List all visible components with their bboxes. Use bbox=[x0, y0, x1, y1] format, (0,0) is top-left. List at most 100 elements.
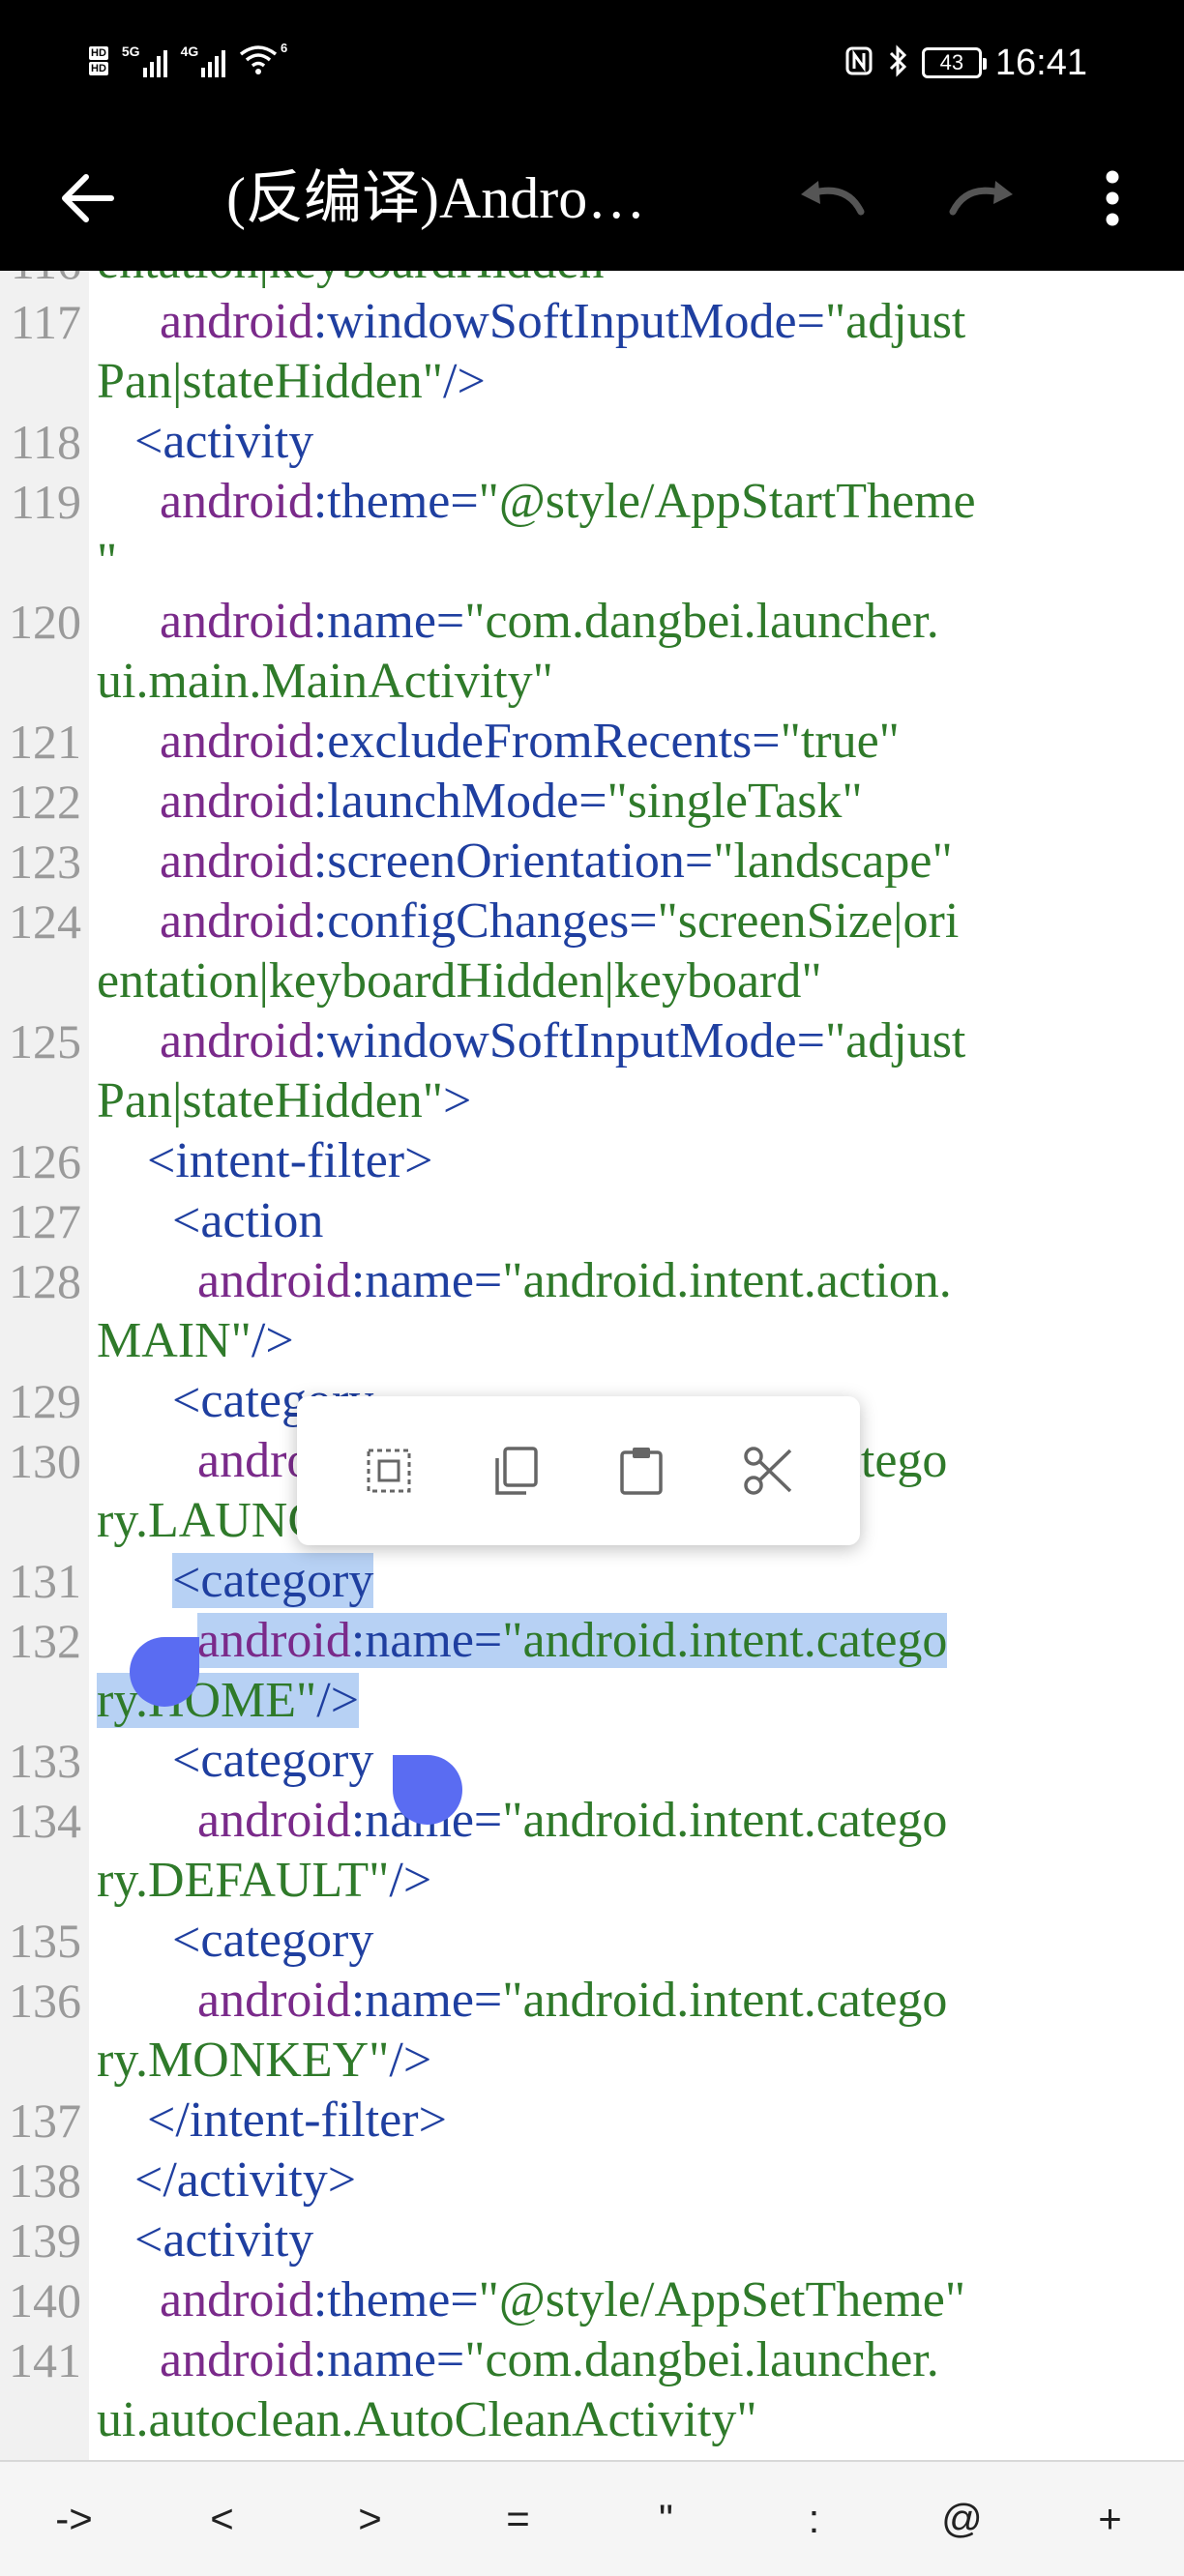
selection-start-handle[interactable] bbox=[130, 1637, 199, 1707]
code-token: Pan|stateHidden" bbox=[97, 1073, 444, 1128]
code-line[interactable]: 140 android:theme="@style/AppSetTheme" bbox=[0, 2270, 1184, 2330]
signal-4g-icon: 4G bbox=[181, 44, 226, 77]
line-number: 124 bbox=[9, 894, 81, 949]
code-token: <activity bbox=[134, 2212, 314, 2268]
wifi-icon: 6 bbox=[239, 41, 287, 77]
symbol-plus-key[interactable]: + bbox=[1036, 2471, 1184, 2567]
code-token: :windowSoftInputMode= bbox=[312, 294, 825, 349]
code-line[interactable]: 121 android:excludeFromRecents="true" bbox=[0, 712, 1184, 772]
line-number: 133 bbox=[9, 1734, 81, 1788]
code-text: <intent-filter> bbox=[97, 1131, 432, 1191]
code-line[interactable]: 118 <activity bbox=[0, 412, 1184, 472]
code-line[interactable]: 133 <category bbox=[0, 1731, 1184, 1791]
code-line[interactable]: 135 <category bbox=[0, 1911, 1184, 1971]
code-line[interactable]: Pan|stateHidden"/> bbox=[0, 352, 1184, 412]
wifi-label: 6 bbox=[281, 41, 288, 55]
code-line[interactable]: 136 android:name="android.intent.catego bbox=[0, 1971, 1184, 2031]
code-text: <category bbox=[97, 1731, 373, 1791]
code-line[interactable]: 125 android:windowSoftInputMode="adjust bbox=[0, 1011, 1184, 1071]
symbol-at-key[interactable]: @ bbox=[888, 2471, 1036, 2567]
code-token: android bbox=[160, 474, 313, 529]
select-all-icon bbox=[367, 1449, 411, 1493]
code-line[interactable]: 137 </intent-filter> bbox=[0, 2091, 1184, 2151]
undo-button[interactable] bbox=[784, 155, 880, 242]
code-line[interactable]: 116 entation|keyboardHidden" bbox=[0, 271, 1184, 292]
code-line[interactable]: 123 android:screenOrientation="landscape… bbox=[0, 832, 1184, 892]
code-token: <category bbox=[172, 1733, 374, 1788]
code-line[interactable]: ry.MONKEY"/> bbox=[0, 2031, 1184, 2091]
code-token: <intent-filter> bbox=[147, 1133, 433, 1188]
code-line[interactable]: Pan|stateHidden"> bbox=[0, 1071, 1184, 1131]
code-token: ry.MONKEY" bbox=[97, 2033, 390, 2088]
symbol-arrow-key[interactable]: -> bbox=[0, 2471, 148, 2567]
code-line[interactable]: 122 android:launchMode="singleTask" bbox=[0, 772, 1184, 832]
code-token: :screenOrientation= bbox=[312, 834, 714, 889]
arrow-left-icon bbox=[62, 174, 114, 222]
code-line[interactable]: 138 </activity> bbox=[0, 2151, 1184, 2210]
code-token: "android.intent.catego bbox=[502, 1973, 948, 2028]
code-line[interactable]: 120 android:name="com.dangbei.launcher. bbox=[0, 592, 1184, 652]
redo-button[interactable] bbox=[933, 155, 1030, 242]
code-token: android bbox=[197, 1793, 351, 1848]
symbol-quote-key[interactable]: " bbox=[592, 2471, 740, 2567]
code-line[interactable]: MAIN"/> bbox=[0, 1311, 1184, 1371]
code-line[interactable]: 134 android:name="android.intent.catego bbox=[0, 1791, 1184, 1851]
copy-button[interactable] bbox=[472, 1427, 559, 1514]
code-token: </intent-filter> bbox=[147, 2093, 447, 2148]
code-editor[interactable]: 116entation|keyboardHidden"117 android:w… bbox=[0, 271, 1184, 2460]
symbol-colon-key[interactable]: : bbox=[740, 2471, 888, 2567]
code-token: :theme= bbox=[312, 474, 479, 529]
code-line[interactable]: 127 <action bbox=[0, 1191, 1184, 1251]
cut-button[interactable] bbox=[725, 1427, 812, 1514]
line-number: 117 bbox=[10, 295, 81, 349]
selection-end-handle[interactable] bbox=[393, 1755, 462, 1825]
paste-button[interactable] bbox=[598, 1427, 685, 1514]
select-all-button[interactable] bbox=[345, 1427, 432, 1514]
code-line[interactable]: 141 android:name="com.dangbei.launcher. bbox=[0, 2330, 1184, 2390]
back-button[interactable] bbox=[44, 155, 132, 242]
code-line[interactable]: entation|keyboardHidden|keyboard" bbox=[0, 951, 1184, 1011]
line-number: 120 bbox=[9, 595, 81, 649]
symbol-less-than-key[interactable]: < bbox=[148, 2471, 296, 2567]
code-token: android bbox=[160, 774, 313, 829]
code-line[interactable]: 126 <intent-filter> bbox=[0, 1131, 1184, 1191]
code-token: android bbox=[197, 1613, 351, 1668]
code-line[interactable]: ui.autoclean.AutoCleanActivity" bbox=[0, 2390, 1184, 2450]
code-lines[interactable]: 116entation|keyboardHidden"117 android:w… bbox=[0, 271, 1184, 2450]
symbol-equals-key[interactable]: = bbox=[444, 2471, 592, 2567]
code-line[interactable]: ui.main.MainActivity" bbox=[0, 652, 1184, 712]
code-text: </intent-filter> bbox=[97, 2091, 447, 2151]
nfc-icon bbox=[844, 45, 873, 81]
code-line[interactable]: 139 <activity bbox=[0, 2210, 1184, 2270]
code-token: /> bbox=[316, 1673, 360, 1728]
code-line[interactable]: 117 android:windowSoftInputMode="adjust bbox=[0, 292, 1184, 352]
code-text: ry.MONKEY"/> bbox=[97, 2031, 431, 2091]
line-number: 123 bbox=[9, 834, 81, 889]
paste-icon bbox=[620, 1448, 663, 1495]
more-options-button[interactable] bbox=[1074, 155, 1151, 242]
code-token: "adjust bbox=[824, 1013, 966, 1068]
code-text: android:launchMode="singleTask" bbox=[97, 772, 863, 832]
symbol-greater-than-key[interactable]: > bbox=[296, 2471, 444, 2567]
code-token: :name= bbox=[350, 1613, 503, 1668]
code-line[interactable]: 119 android:theme="@style/AppStartTheme bbox=[0, 472, 1184, 532]
code-line[interactable]: " bbox=[0, 532, 1184, 592]
code-text: android:name="android.intent.catego bbox=[97, 1611, 948, 1671]
code-token: android bbox=[197, 1973, 351, 2028]
code-line[interactable]: 131 <category bbox=[0, 1551, 1184, 1611]
line-number: 138 bbox=[9, 2153, 81, 2208]
code-line[interactable]: ry.DEFAULT"/> bbox=[0, 1851, 1184, 1911]
code-token: :configChanges= bbox=[312, 893, 658, 949]
network-5g-label: 5G bbox=[121, 44, 140, 59]
code-line[interactable]: 124 android:configChanges="screenSize|or… bbox=[0, 892, 1184, 951]
code-line[interactable]: 128 android:name="android.intent.action. bbox=[0, 1251, 1184, 1311]
line-number: 116 bbox=[0, 271, 81, 292]
